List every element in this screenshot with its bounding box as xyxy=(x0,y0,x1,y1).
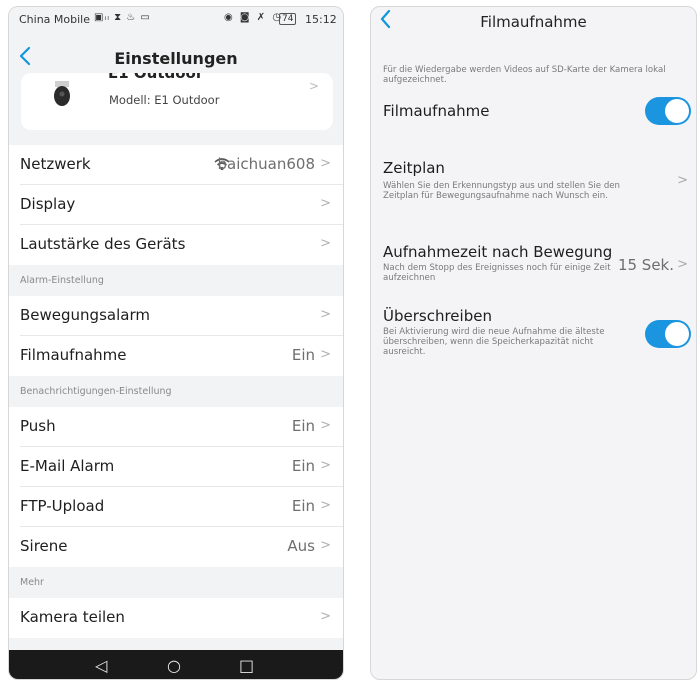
chevron-right-icon: > xyxy=(320,418,331,433)
battery-icon: 74 xyxy=(279,13,297,25)
chevron-right-icon: > xyxy=(320,236,331,251)
overwrite-description: Bei Aktivierung wird die neue Aufnahme d… xyxy=(383,327,605,357)
siren-value: Aus xyxy=(287,537,315,555)
chevron-right-icon: > xyxy=(320,347,331,362)
email-alarm-row[interactable]: E-Mail Alarm Ein > xyxy=(9,447,343,487)
page-title: Filmaufnahme xyxy=(480,13,587,31)
status-icons: ◉ ◙ ✗ ◷ xyxy=(224,12,284,23)
overwrite-toggle[interactable] xyxy=(645,320,691,348)
section-notifications: Benachrichtigungen-Einstellung xyxy=(20,386,172,397)
carrier-name: China Mobile xyxy=(19,13,91,26)
section-more: Mehr xyxy=(20,577,44,588)
device-model: Modell: E1 Outdoor xyxy=(109,93,220,107)
ftp-upload-row[interactable]: FTP-Upload Ein > xyxy=(9,487,343,527)
schedule-description: Wählen Sie den Erkennungstyp aus und ste… xyxy=(383,181,621,201)
ftp-upload-value: Ein xyxy=(291,497,315,515)
push-value: Ein xyxy=(291,417,315,435)
siren-row[interactable]: Sirene Aus > xyxy=(9,527,343,567)
display-label: Display xyxy=(20,195,76,213)
network-row[interactable]: Netzwerk baichuan608 > xyxy=(9,145,343,185)
recording-row[interactable]: Filmaufnahme Ein > xyxy=(9,336,343,376)
recording-value: Ein xyxy=(291,346,315,364)
page-title: Einstellungen xyxy=(114,49,238,68)
settings-screen: China Mobile ▣ᵢₗ ⧗ ♨ ▭ ◉ ◙ ✗ ◷ 74 15:12 … xyxy=(8,6,344,680)
chevron-right-icon: > xyxy=(320,538,331,553)
email-alarm-label: E-Mail Alarm xyxy=(20,457,115,475)
toggle-knob xyxy=(665,322,689,346)
recording-toggle[interactable] xyxy=(645,97,691,125)
chevron-right-icon: > xyxy=(677,173,688,188)
toggle-knob xyxy=(665,99,689,123)
share-camera-label: Kamera teilen xyxy=(20,608,125,626)
chevron-right-icon: > xyxy=(320,156,331,171)
share-camera-row[interactable]: Kamera teilen > xyxy=(9,598,343,638)
push-row[interactable]: Push Ein > xyxy=(9,407,343,447)
header: Filmaufnahme xyxy=(371,7,696,37)
recording-toggle-label: Filmaufnahme xyxy=(383,102,490,120)
chevron-right-icon: > xyxy=(677,257,688,272)
recents-nav-icon[interactable]: □ xyxy=(239,656,254,675)
siren-label: Sirene xyxy=(20,537,68,555)
device-name: E1 Outdoor xyxy=(108,73,204,82)
chevron-right-icon: > xyxy=(320,609,331,624)
device-card[interactable]: E1 Outdoor Modell: E1 Outdoor > xyxy=(21,73,333,130)
chevron-right-icon: > xyxy=(320,196,331,211)
camera-icon xyxy=(54,81,70,106)
volume-row[interactable]: Lautstärke des Geräts > xyxy=(9,225,343,265)
network-label: Netzwerk xyxy=(20,155,91,173)
email-alarm-value: Ein xyxy=(291,457,315,475)
volume-label: Lautstärke des Geräts xyxy=(20,235,186,253)
home-nav-icon[interactable]: ○ xyxy=(167,656,181,675)
recording-label: Filmaufnahme xyxy=(20,346,127,364)
signal-icons: ▣ᵢₗ ⧗ ♨ ▭ xyxy=(94,12,151,23)
post-motion-value: 15 Sek. xyxy=(617,256,674,274)
chevron-right-icon: > xyxy=(320,307,331,322)
motion-alarm-label: Bewegungsalarm xyxy=(20,306,150,324)
recording-screen: Filmaufnahme Für die Wiedergabe werden V… xyxy=(370,6,697,680)
chevron-right-icon: > xyxy=(320,498,331,513)
motion-alarm-row[interactable]: Bewegungsalarm > xyxy=(9,296,343,336)
overwrite-label: Überschreiben xyxy=(383,307,492,325)
recording-description: Für die Wiedergabe werden Videos auf SD-… xyxy=(383,65,666,85)
network-value: baichuan608 xyxy=(217,155,315,173)
section-alarm: Alarm-Einstellung xyxy=(20,275,104,286)
display-row[interactable]: Display > xyxy=(9,185,343,225)
push-label: Push xyxy=(20,417,56,435)
post-motion-label: Aufnahmezeit nach Bewegung xyxy=(383,243,613,261)
ftp-upload-label: FTP-Upload xyxy=(20,497,105,515)
chevron-right-icon: > xyxy=(320,458,331,473)
status-bar: China Mobile ▣ᵢₗ ⧗ ♨ ▭ ◉ ◙ ✗ ◷ 74 15:12 xyxy=(9,7,343,33)
clock: 15:12 xyxy=(305,13,337,26)
system-nav-bar: ◁ ○ □ xyxy=(9,650,343,679)
chevron-right-icon: > xyxy=(308,79,319,93)
back-nav-icon[interactable]: ◁ xyxy=(95,656,107,675)
post-motion-description: Nach dem Stopp des Ereignisses noch für … xyxy=(383,263,611,283)
schedule-label: Zeitplan xyxy=(383,159,445,177)
